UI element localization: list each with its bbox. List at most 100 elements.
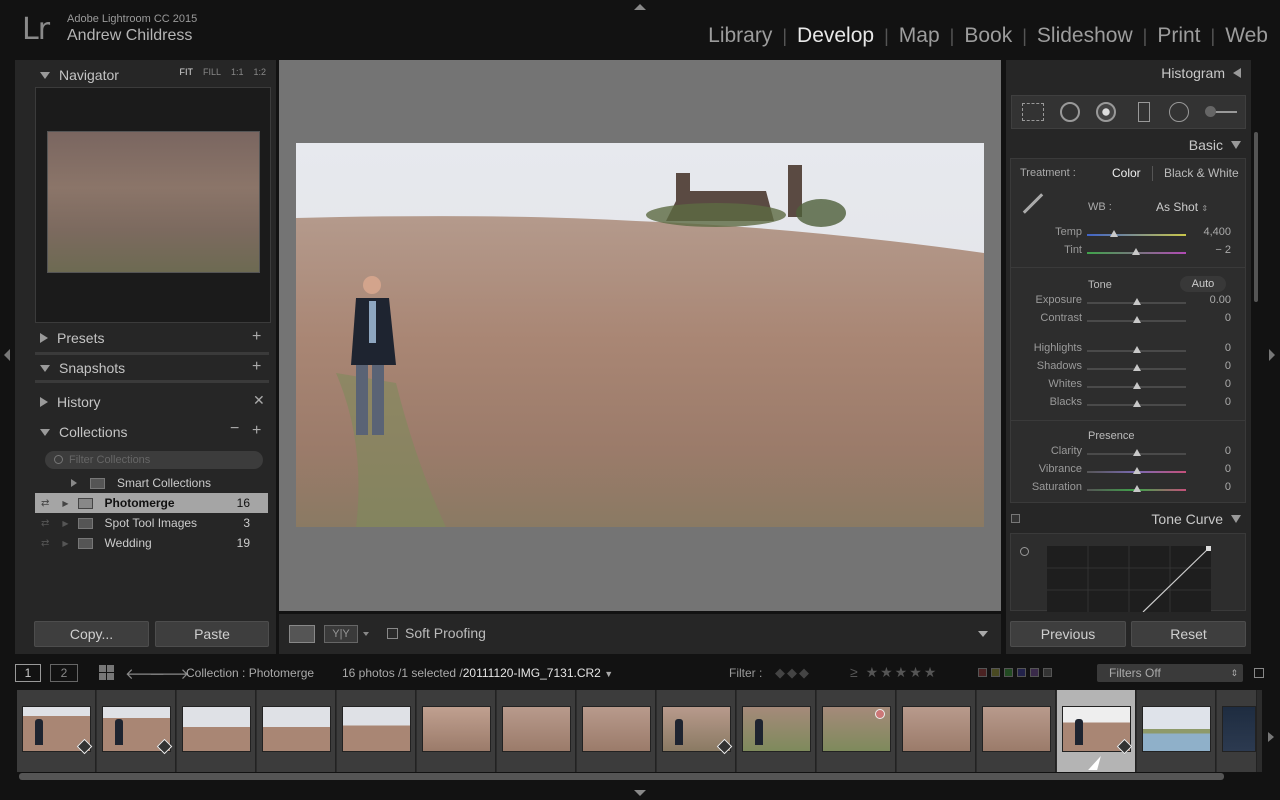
soft-proofing-checkbox[interactable]: [387, 628, 398, 639]
grid-view-icon[interactable]: [99, 665, 114, 680]
current-filename[interactable]: 20111120-IMG_7131.CR2: [463, 666, 601, 680]
filmstrip-thumbnail[interactable]: [577, 690, 656, 772]
snapshots-header[interactable]: Snapshots: [15, 353, 276, 383]
source-collection[interactable]: Collection : Photomerge: [186, 666, 314, 680]
filters-dropdown[interactable]: Filters Off ⇕: [1097, 664, 1243, 682]
slider-value[interactable]: 0: [1225, 312, 1231, 324]
temp-slider[interactable]: Temp 4,400: [1006, 226, 1246, 244]
tone-curve-graph[interactable]: [1047, 546, 1211, 612]
highlights-slider[interactable]: Highlights 0: [1006, 342, 1246, 360]
image-viewport[interactable]: [279, 60, 1001, 611]
filmstrip-thumbnail[interactable]: [657, 690, 736, 772]
collection-item[interactable]: ⇄ ▶ Wedding 19: [35, 533, 268, 553]
slider-thumb[interactable]: [1133, 485, 1141, 492]
navigator-header[interactable]: Navigator FIT FILL 1:1 1:2: [15, 60, 276, 90]
tone-curve-toggle-icon[interactable]: [1011, 514, 1020, 523]
module-print[interactable]: Print: [1147, 24, 1210, 48]
graduated-filter-icon[interactable]: [1138, 102, 1150, 122]
toolbar-menu-icon[interactable]: [978, 631, 988, 637]
clear-history-icon[interactable]: ✕: [253, 392, 265, 409]
filmstrip-thumbnail[interactable]: [977, 690, 1056, 772]
red-eye-icon[interactable]: [1096, 102, 1116, 122]
shadows-slider[interactable]: Shadows 0: [1006, 360, 1246, 378]
treatment-color[interactable]: Color: [1112, 166, 1141, 180]
copy-button[interactable]: Copy...: [34, 621, 149, 647]
slider-value[interactable]: 0: [1225, 360, 1231, 372]
slider-value[interactable]: 0: [1225, 445, 1231, 457]
filmstrip-thumbnail[interactable]: [337, 690, 416, 772]
module-map[interactable]: Map: [889, 24, 950, 48]
collection-item-selected[interactable]: ⇄ ▶ Photomerge 16: [35, 493, 268, 513]
module-develop[interactable]: Develop: [787, 24, 884, 48]
color-label-filter[interactable]: [978, 668, 1052, 677]
presets-header[interactable]: Presets: [15, 323, 276, 353]
filmstrip-thumbnail[interactable]: [417, 690, 496, 772]
slider-thumb[interactable]: [1133, 449, 1141, 456]
whites-slider[interactable]: Whites 0: [1006, 378, 1246, 396]
slider-thumb[interactable]: [1133, 316, 1141, 323]
filmstrip-thumbnail[interactable]: [97, 690, 176, 772]
wb-dropdown[interactable]: As Shot ⇕: [1156, 200, 1208, 214]
right-panel-toggle-icon[interactable]: [1269, 349, 1275, 361]
clarity-slider[interactable]: Clarity 0: [1006, 445, 1246, 463]
filmstrip-thumbnail[interactable]: [177, 690, 256, 772]
filmstrip-right-arrow-icon[interactable]: [1268, 732, 1274, 742]
reset-button[interactable]: Reset: [1131, 621, 1246, 647]
exposure-slider[interactable]: Exposure 0.00: [1006, 294, 1246, 312]
purple-label-icon[interactable]: [1030, 668, 1039, 677]
before-after-icon[interactable]: Y|Y: [324, 625, 358, 643]
slider-thumb[interactable]: [1133, 400, 1141, 407]
histogram-header[interactable]: Histogram: [1161, 65, 1241, 81]
slider-value[interactable]: 4,400: [1203, 226, 1231, 238]
module-slideshow[interactable]: Slideshow: [1027, 24, 1143, 48]
vibrance-slider[interactable]: Vibrance 0: [1006, 463, 1246, 481]
adjustment-brush-tip-icon[interactable]: [1205, 106, 1216, 117]
rating-filter[interactable]: ≥ ★★★★★: [850, 664, 938, 681]
screen-2-button[interactable]: 2: [50, 664, 78, 682]
radial-filter-icon[interactable]: [1169, 102, 1189, 122]
user-name[interactable]: Andrew Childress: [67, 27, 192, 45]
slider-value[interactable]: 0: [1225, 396, 1231, 408]
module-library[interactable]: Library: [698, 24, 782, 48]
remove-collection-icon[interactable]: −: [230, 420, 239, 438]
target-adjust-icon[interactable]: [1020, 547, 1029, 556]
filmstrip-thumbnail[interactable]: [1137, 690, 1216, 772]
slider-value[interactable]: 0.00: [1210, 294, 1231, 306]
crop-tool-icon[interactable]: [1022, 103, 1044, 121]
filter-collections-input[interactable]: Filter Collections: [45, 451, 263, 469]
filmstrip-thumbnail[interactable]: [897, 690, 976, 772]
navigator-preview[interactable]: [35, 87, 271, 323]
filmstrip-thumbnail[interactable]: [257, 690, 336, 772]
slider-thumb[interactable]: [1133, 346, 1141, 353]
slider-thumb[interactable]: [1132, 248, 1140, 255]
add-preset-icon[interactable]: +: [252, 328, 261, 346]
flag-filter-icons[interactable]: ◆◆◆: [775, 665, 811, 681]
filmstrip-thumbnail[interactable]: [1217, 690, 1257, 772]
green-label-icon[interactable]: [1004, 668, 1013, 677]
navigator-thumbnail[interactable]: [47, 131, 260, 273]
zoom-fill[interactable]: FILL: [203, 67, 221, 77]
top-panel-toggle-icon[interactable]: [634, 4, 646, 10]
zoom-fit[interactable]: FIT: [179, 67, 193, 77]
slider-thumb[interactable]: [1110, 230, 1118, 237]
blue-label-icon[interactable]: [1017, 668, 1026, 677]
slider-value[interactable]: − 2: [1215, 244, 1231, 256]
auto-tone-button[interactable]: Auto: [1180, 276, 1226, 292]
paste-button[interactable]: Paste: [155, 621, 269, 647]
collection-item[interactable]: Smart Collections: [35, 473, 268, 493]
collection-item[interactable]: ⇄ ▶ Spot Tool Images 3: [35, 513, 268, 533]
slider-thumb[interactable]: [1133, 382, 1141, 389]
screen-1-button[interactable]: 1: [15, 664, 41, 682]
filmstrip-scrollbar[interactable]: [19, 773, 1224, 780]
blacks-slider[interactable]: Blacks 0: [1006, 396, 1246, 414]
slider-value[interactable]: 0: [1225, 481, 1231, 493]
filmstrip-thumbnail[interactable]: [737, 690, 816, 772]
bottom-panel-toggle-icon[interactable]: [634, 790, 646, 796]
previous-button[interactable]: Previous: [1010, 621, 1126, 647]
filmstrip-thumbnail[interactable]: [817, 690, 896, 772]
next-photo-icon[interactable]: 🡒: [149, 664, 189, 683]
yellow-label-icon[interactable]: [991, 668, 1000, 677]
slider-thumb[interactable]: [1133, 364, 1141, 371]
contrast-slider[interactable]: Contrast 0: [1006, 312, 1246, 330]
slider-value[interactable]: 0: [1225, 378, 1231, 390]
